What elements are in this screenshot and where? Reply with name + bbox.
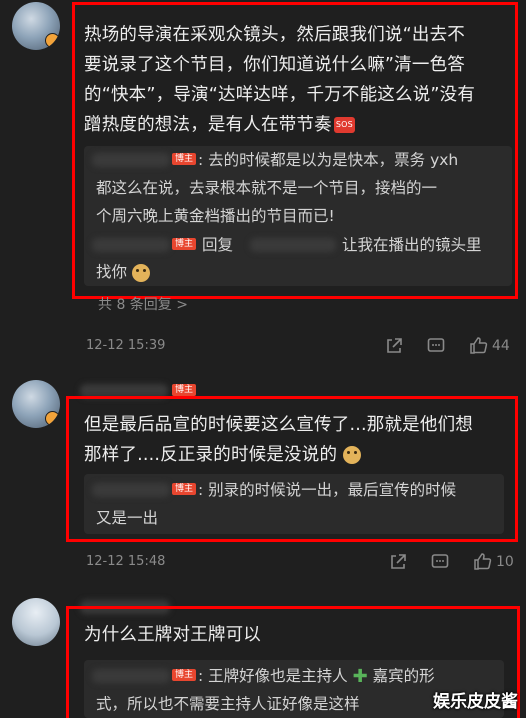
verified-badge-icon [45,33,60,48]
comment-line: 热场的导演在采观众镜头，然后跟我们说“出去不 [84,25,465,45]
like-count: 10 [496,554,514,570]
reply-text: 个周六晚上黄金档播出的节目而已! [96,207,335,225]
watermark-text: 娱乐皮皮酱 [433,692,518,712]
reply-author-blurred[interactable] [92,483,170,497]
reply-text: : 王牌好像也是主持人 ✚ 嘉宾的形 [198,662,435,691]
avatar[interactable] [12,598,60,646]
timestamp: 12-12 15:48 [86,554,166,569]
doge-emoji-icon [342,446,361,464]
comment-line: 那样了....反正录的时候是没说的 [84,445,338,465]
reply-author-blurred[interactable] [92,238,170,252]
reply-text: 又是一出 [96,509,159,527]
author-tag-badge: 博主 [172,238,197,250]
reply-text: : 别录的时候说一出，最后宣传的时候 [198,481,457,499]
comment-text: 但是最后品宣的时候要这么宣传了...那就是他们想 那样了....反正录的时候是没… [84,410,514,470]
comment-icon[interactable] [430,552,450,572]
reply-text: 让我在播出的镜头里 [342,236,482,254]
like-icon[interactable] [472,551,492,571]
reply-text: 找你 [96,258,150,286]
like-count: 44 [492,338,510,354]
comment-line: 但是最后品宣的时候要这么宣传了...那就是他们想 [84,415,473,435]
verified-badge-icon [45,411,60,426]
reply-text: : 去的时候都是以为是快本，票务 yxh [198,151,459,169]
avatar[interactable] [12,380,60,428]
comment-icon[interactable] [426,336,446,356]
comment-line: 为什么王牌对王牌可以 [84,625,261,645]
avatar[interactable] [12,2,60,50]
plus-emoji-icon: ✚ [352,665,368,687]
comment-text: 为什么王牌对王牌可以 [84,620,514,650]
reply-text: 都这么在说，去录根本就不是一个节目，接档的一 [96,179,438,197]
like-icon[interactable] [468,335,488,355]
reply-label: 回复 [202,236,234,254]
reply-author-blurred[interactable] [92,153,170,167]
author-tag-badge: 博主 [172,153,197,165]
author-tag-badge: 博主 [172,669,197,681]
comment-line: 要说录了这个节目，你们知道说什么嘛”清一色答 [84,55,465,75]
author-tag-badge: 博主 [172,384,197,396]
doge-emoji-icon [131,263,150,282]
share-icon[interactable] [388,552,408,572]
timestamp: 12-12 15:39 [86,338,166,353]
author-tag-badge: 博主 [172,483,197,495]
comment-line: 蹭热度的想法，是有人在带节奏 [84,115,332,135]
comment-line: 的“快本”，导演“达咩达咩，千万不能这么说”没有 [84,85,476,105]
comment-text: 热场的导演在采观众镜头，然后跟我们说“出去不 要说录了这个节目，你们知道说什么嘛… [84,20,514,140]
share-icon[interactable] [384,336,404,356]
sos-emoji-icon: SOS [333,117,355,133]
reply-author-blurred[interactable] [92,669,170,683]
reply-text: 式，所以也不需要主持人证好像是这样 [96,695,360,713]
mention-blurred[interactable] [250,238,336,252]
more-replies-link[interactable]: 共 8 条回复 > [98,294,188,314]
